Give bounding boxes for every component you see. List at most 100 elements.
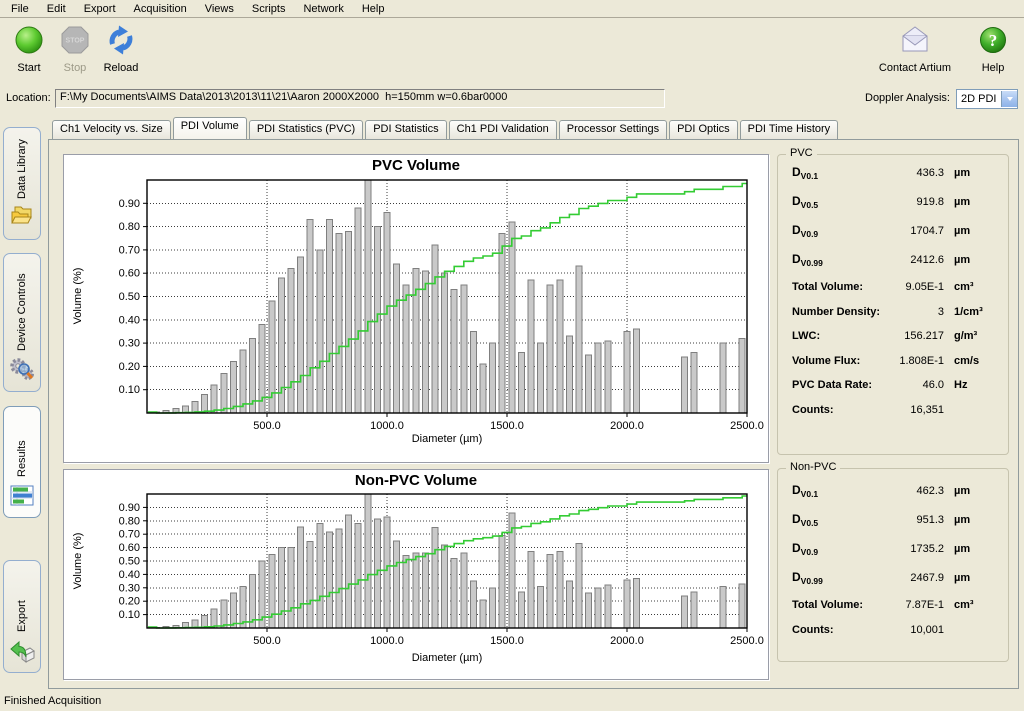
export-icon <box>9 638 35 664</box>
stat-row: Total Volume:9.05E-1cm³ <box>778 281 1008 306</box>
svg-text:1000.0: 1000.0 <box>370 420 404 432</box>
stat-row: Number Density: 3 1/cm³ <box>778 306 1008 331</box>
menu-item-export[interactable]: Export <box>75 1 125 17</box>
side-tab-export[interactable]: Export <box>3 560 41 673</box>
svg-text:STOP: STOP <box>66 38 85 45</box>
stat-label: Number Density: <box>792 306 880 318</box>
svg-text:2500.0: 2500.0 <box>730 635 764 647</box>
doppler-analysis-select[interactable]: 2D PDI <box>956 89 1018 109</box>
svg-text:2000.0: 2000.0 <box>610 420 644 432</box>
svg-text:0.60: 0.60 <box>119 268 140 280</box>
start-icon <box>12 24 46 58</box>
nonpvc-volume-chart: Non-PVC Volume Volume (%) Diameter (µm) … <box>63 469 769 680</box>
stop-button[interactable]: STOP Stop <box>52 24 98 74</box>
stat-value: 919.8 <box>886 196 944 208</box>
help-button[interactable]: ? Help <box>970 24 1016 74</box>
stat-value: 9.05E-1 <box>886 281 944 293</box>
menu-item-views[interactable]: Views <box>196 1 243 17</box>
menu-item-edit[interactable]: Edit <box>38 1 75 17</box>
pvc-stats-rows: DV0.1436.3µmDV0.5919.8µmDV0.91704.7µmDV0… <box>778 165 1008 428</box>
reload-label: Reload <box>98 62 144 74</box>
stat-row: DV0.992412.6µm <box>778 252 1008 281</box>
nonpvc-groupbox-title: Non-PVC <box>786 461 840 473</box>
nonpvc-volume-plot: 500.01000.01500.02000.02500.00.100.200.3… <box>64 470 768 679</box>
nonpvc-stats-groupbox: Non-PVC DV0.1462.3µmDV0.5951.3µmDV0.9173… <box>777 468 1009 662</box>
pvc-groupbox-title: PVC <box>786 147 817 159</box>
tab-ch1-pdi-validation[interactable]: Ch1 PDI Validation <box>449 120 557 139</box>
svg-text:0.20: 0.20 <box>119 361 140 373</box>
menu-item-help[interactable]: Help <box>353 1 394 17</box>
svg-text:0.90: 0.90 <box>119 502 140 514</box>
stat-label: DV0.1 <box>792 483 818 497</box>
svg-text:0.50: 0.50 <box>119 291 140 303</box>
results-icon <box>9 483 35 509</box>
menu-item-scripts[interactable]: Scripts <box>243 1 295 17</box>
tab-pdi-volume[interactable]: PDI Volume <box>173 117 247 139</box>
status-bar: Finished Acquisition <box>0 691 1024 711</box>
menu-item-acquisition[interactable]: Acquisition <box>125 1 196 17</box>
contact-artium-button[interactable]: Contact Artium <box>876 24 954 74</box>
pvc-stats-groupbox: PVC DV0.1436.3µmDV0.5919.8µmDV0.91704.7µ… <box>777 154 1009 455</box>
stat-unit: µm <box>954 196 998 208</box>
tab-pdi-optics[interactable]: PDI Optics <box>669 120 738 139</box>
stat-unit: cm/s <box>954 355 998 367</box>
start-button[interactable]: Start <box>6 24 52 74</box>
stat-label: DV0.99 <box>792 252 823 266</box>
tab-ch1-velocity-vs-size[interactable]: Ch1 Velocity vs. Size <box>52 120 171 139</box>
doppler-analysis-value: 2D PDI <box>957 93 1001 105</box>
doppler-analysis-label: Doppler Analysis: <box>865 92 950 104</box>
tab-processor-settings[interactable]: Processor Settings <box>559 120 667 139</box>
svg-text:2500.0: 2500.0 <box>730 420 764 432</box>
toolbar: Start STOP Stop <box>0 19 1024 85</box>
stat-label: DV0.9 <box>792 541 818 555</box>
stat-unit: µm <box>954 225 998 237</box>
stat-value: 3 <box>886 306 944 318</box>
stat-row: DV0.91735.2µm <box>778 541 1008 570</box>
side-tab-label: Results <box>16 417 28 477</box>
stat-value: 1.808E-1 <box>886 355 944 367</box>
app-window: FileEditExportAcquisitionViewsScriptsNet… <box>0 0 1024 711</box>
pdi-volume-panel: PVC Volume Volume (%) Diameter (µm) 500.… <box>48 139 1019 689</box>
reload-icon <box>104 24 138 58</box>
chevron-down-icon[interactable] <box>1001 91 1017 107</box>
help-icon: ? <box>976 24 1010 58</box>
stat-unit: µm <box>954 514 998 526</box>
svg-text:0.20: 0.20 <box>119 596 140 608</box>
stop-label: Stop <box>52 62 98 74</box>
stat-row: DV0.1436.3µm <box>778 165 1008 194</box>
svg-text:0.70: 0.70 <box>119 244 140 256</box>
stat-unit: 1/cm³ <box>954 306 998 318</box>
stat-value: 1735.2 <box>886 543 944 555</box>
svg-text:0.80: 0.80 <box>119 221 140 233</box>
tab-pdi-statistics[interactable]: PDI Statistics <box>365 120 446 139</box>
stat-value: 436.3 <box>886 167 944 179</box>
tab-pdi-statistics-pvc-[interactable]: PDI Statistics (PVC) <box>249 120 363 139</box>
stat-value: 46.0 <box>886 379 944 391</box>
side-tab-label: Data Library <box>16 138 28 199</box>
nonpvc-stats-rows: DV0.1462.3µmDV0.5951.3µmDV0.91735.2µmDV0… <box>778 483 1008 648</box>
tab-pdi-time-history[interactable]: PDI Time History <box>740 120 839 139</box>
stat-row: Counts:16,351 <box>778 404 1008 429</box>
stat-unit: g/m³ <box>954 330 998 342</box>
menu-item-file[interactable]: File <box>2 1 38 17</box>
stat-row: DV0.1462.3µm <box>778 483 1008 512</box>
side-tab-device-controls[interactable]: Device Controls <box>3 253 41 392</box>
side-tab-results[interactable]: Results <box>3 406 41 518</box>
stat-value: 16,351 <box>886 404 944 416</box>
svg-text:0.30: 0.30 <box>119 582 140 594</box>
svg-text:0.30: 0.30 <box>119 338 140 350</box>
folders-icon <box>9 205 35 231</box>
reload-button[interactable]: Reload <box>98 24 144 74</box>
stat-value: 10,001 <box>886 624 944 636</box>
location-field[interactable]: F:\My Documents\AIMS Data\2013\2013\11\2… <box>55 89 665 108</box>
stat-label: DV0.9 <box>792 223 818 237</box>
side-tab-strip: Data Library Device Controls Results Export <box>0 118 47 690</box>
gears-icon <box>9 357 35 383</box>
svg-text:1500.0: 1500.0 <box>490 635 524 647</box>
side-tab-data-library[interactable]: Data Library <box>3 127 41 240</box>
svg-text:500.0: 500.0 <box>253 635 281 647</box>
stat-unit: µm <box>954 572 998 584</box>
status-text: Finished Acquisition <box>4 695 101 707</box>
menu-item-network[interactable]: Network <box>294 1 352 17</box>
stat-row: DV0.91704.7µm <box>778 223 1008 252</box>
